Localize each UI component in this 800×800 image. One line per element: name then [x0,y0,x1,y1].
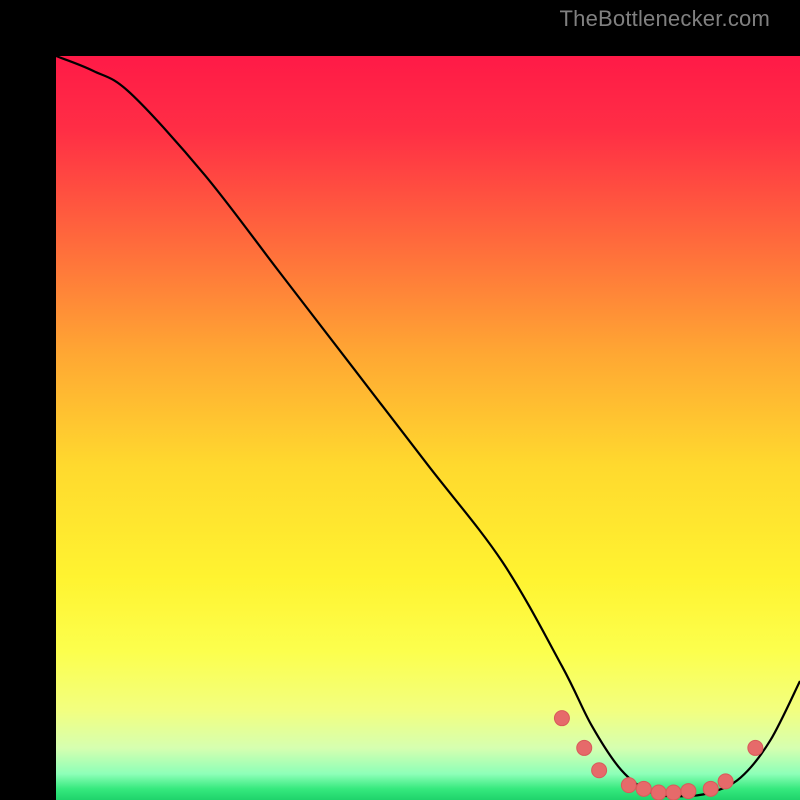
gradient-background [56,56,800,800]
chart-frame [28,28,772,772]
highlight-marker [636,781,651,796]
highlight-marker [621,778,636,793]
bottleneck-chart [56,56,800,800]
watermark-text: TheBottlenecker.com [560,6,770,32]
highlight-marker [577,740,592,755]
highlight-marker [681,784,696,799]
highlight-marker [666,785,681,800]
highlight-marker [703,781,718,796]
highlight-marker [718,774,733,789]
highlight-marker [748,740,763,755]
highlight-marker [554,711,569,726]
highlight-marker [651,785,666,800]
highlight-marker [592,763,607,778]
